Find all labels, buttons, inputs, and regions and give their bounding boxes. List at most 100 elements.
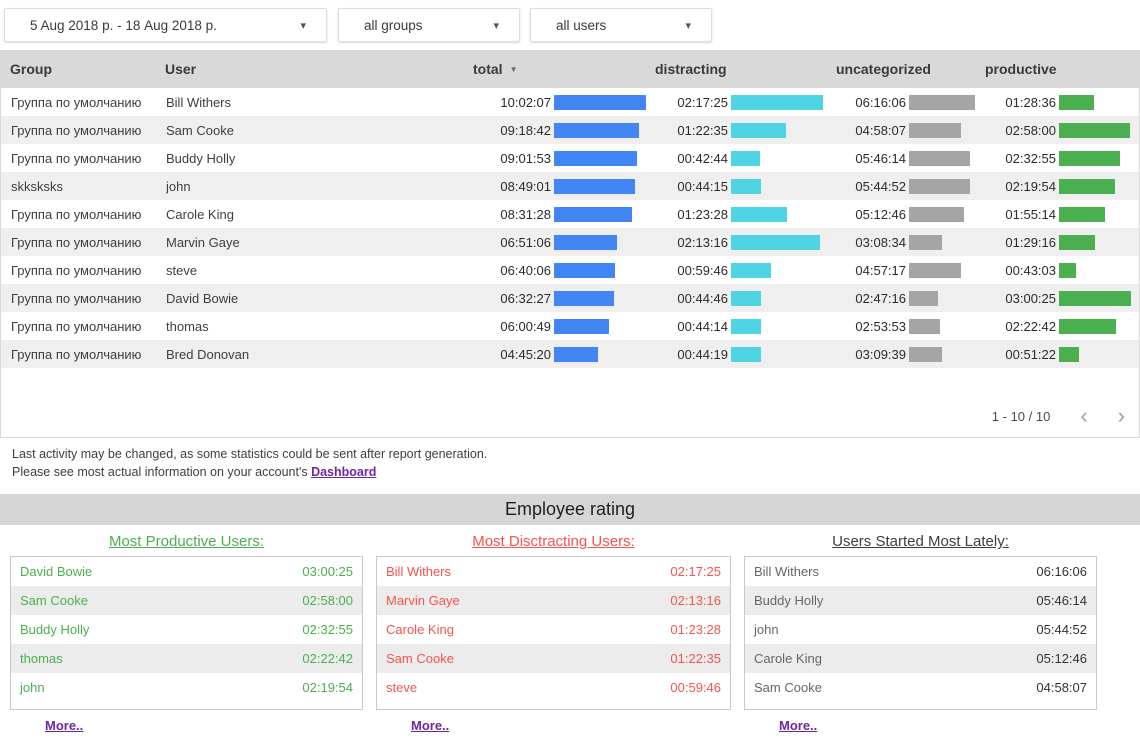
productive-time-value: 02:19:54 (976, 179, 1056, 194)
table-row: Группа по умолчаниюSam Cooke09:18:4201:2… (1, 116, 1139, 144)
report-notes: Last activity may be changed, as some st… (12, 445, 1140, 481)
productive-cell: 01:29:16 (976, 235, 1140, 250)
productive-time-value: 00:43:03 (976, 263, 1056, 278)
list-item-time: 01:23:28 (670, 622, 721, 637)
list-item-user: john (754, 622, 779, 637)
groups-dropdown[interactable]: all groups ▾ (338, 8, 520, 42)
distracting-bar (731, 291, 761, 306)
total-cell: 06:40:06 (471, 263, 651, 278)
total-cell: 08:31:28 (471, 207, 651, 222)
more-link[interactable]: More.. (779, 718, 817, 733)
uncategorized-cell: 04:57:17 (836, 263, 976, 278)
list-item-user: Carole King (386, 622, 454, 637)
uncategorized-cell: 05:44:52 (836, 179, 976, 194)
column-header-productive[interactable]: productive (975, 61, 1140, 77)
dashboard-link[interactable]: Dashboard (311, 465, 376, 479)
table-row: Группа по умолчаниюthomas06:00:4900:44:1… (1, 312, 1139, 340)
total-cell: 06:51:06 (471, 235, 651, 250)
list-item-time: 05:12:46 (1036, 651, 1087, 666)
productive-bar (1059, 319, 1116, 334)
note-line-2: Please see most actual information on yo… (12, 463, 1140, 481)
distracting-time-value: 00:44:46 (651, 291, 728, 306)
list-item-time: 02:19:54 (302, 680, 353, 695)
productive-cell: 01:55:14 (976, 207, 1140, 222)
list-item: Sam Cooke01:22:35 (377, 644, 730, 673)
user-cell: steve (166, 263, 471, 278)
productive-cell: 02:58:00 (976, 123, 1140, 138)
productive-time-value: 01:28:36 (976, 95, 1056, 110)
user-cell: Bred Donovan (166, 347, 471, 362)
productive-time-value: 02:58:00 (976, 123, 1056, 138)
productive-bar (1059, 235, 1095, 250)
table-header: Group User total▼ distracting uncategori… (0, 50, 1140, 88)
user-cell: Carole King (166, 207, 471, 222)
uncategorized-cell: 02:53:53 (836, 319, 976, 334)
panel-title: Most Productive Users: (10, 533, 363, 550)
uncategorized-time-value: 03:08:34 (836, 235, 906, 250)
user-cell: Marvin Gaye (166, 235, 471, 250)
pagination: 1 - 10 / 10 ‹ › (992, 405, 1125, 427)
productive-time-value: 02:32:55 (976, 151, 1056, 166)
total-time-value: 06:00:49 (471, 319, 551, 334)
pagination-range-label: 1 - 10 / 10 (992, 409, 1051, 424)
chevron-down-icon: ▾ (300, 19, 306, 32)
uncategorized-time-value: 05:12:46 (836, 207, 906, 222)
productive-bar (1059, 347, 1079, 362)
pagination-next-button[interactable]: › (1118, 405, 1125, 427)
total-cell: 06:32:27 (471, 291, 651, 306)
group-cell: Группа по умолчанию (1, 95, 166, 110)
list-item-time: 00:59:46 (670, 680, 721, 695)
uncategorized-time-value: 05:44:52 (836, 179, 906, 194)
panel-list: Bill Withers02:17:25Marvin Gaye02:13:16C… (376, 556, 731, 710)
filters-bar: 5 Aug 2018 р. - 18 Aug 2018 р. ▾ all gro… (0, 0, 1140, 50)
list-item: thomas02:22:42 (11, 644, 362, 673)
productive-cell: 00:43:03 (976, 263, 1140, 278)
uncategorized-cell: 04:58:07 (836, 123, 976, 138)
distracting-cell: 02:13:16 (651, 235, 836, 250)
total-time-value: 09:18:42 (471, 123, 551, 138)
column-header-total[interactable]: total▼ (470, 61, 650, 77)
uncategorized-bar (909, 291, 938, 306)
chevron-down-icon: ▾ (685, 19, 691, 32)
employee-rating-title: Employee rating (0, 494, 1140, 525)
panel-title: Users Started Most Lately: (744, 533, 1097, 550)
users-dropdown[interactable]: all users ▾ (530, 8, 712, 42)
list-item-user: Bill Withers (754, 564, 819, 579)
user-cell: David Bowie (166, 291, 471, 306)
groups-value: all groups (364, 18, 423, 33)
distracting-time-value: 01:22:35 (651, 123, 728, 138)
more-link[interactable]: More.. (411, 718, 449, 733)
distracting-time-value: 00:44:15 (651, 179, 728, 194)
uncategorized-time-value: 02:53:53 (836, 319, 906, 334)
table-body: Группа по умолчаниюBill Withers10:02:070… (1, 88, 1139, 368)
uncategorized-bar (909, 95, 975, 110)
distracting-bar (731, 95, 823, 110)
total-bar (554, 235, 617, 250)
group-cell: Группа по умолчанию (1, 347, 166, 362)
list-item-user: thomas (20, 651, 63, 666)
distracting-time-value: 01:23:28 (651, 207, 728, 222)
column-header-group[interactable]: Group (0, 61, 165, 77)
user-cell: john (166, 179, 471, 194)
user-cell: Buddy Holly (166, 151, 471, 166)
list-item: Buddy Holly02:32:55 (11, 615, 362, 644)
distracting-time-value: 00:42:44 (651, 151, 728, 166)
list-item-user: David Bowie (20, 564, 92, 579)
column-header-distracting[interactable]: distracting (650, 61, 835, 77)
total-time-value: 10:02:07 (471, 95, 551, 110)
list-item-time: 05:46:14 (1036, 593, 1087, 608)
user-cell: Sam Cooke (166, 123, 471, 138)
table-row: Группа по умолчаниюBred Donovan04:45:200… (1, 340, 1139, 368)
pagination-prev-button[interactable]: ‹ (1080, 405, 1087, 427)
distracting-cell: 00:44:46 (651, 291, 836, 306)
list-item-user: Buddy Holly (754, 593, 823, 608)
uncategorized-cell: 02:47:16 (836, 291, 976, 306)
uncategorized-time-value: 05:46:14 (836, 151, 906, 166)
list-item: Sam Cooke04:58:07 (745, 673, 1096, 702)
more-link[interactable]: More.. (45, 718, 83, 733)
column-header-uncategorized[interactable]: uncategorized (835, 61, 975, 77)
list-item: Marvin Gaye02:13:16 (377, 586, 730, 615)
date-range-dropdown[interactable]: 5 Aug 2018 р. - 18 Aug 2018 р. ▾ (4, 8, 327, 42)
panel-list: Bill Withers06:16:06Buddy Holly05:46:14j… (744, 556, 1097, 710)
column-header-user[interactable]: User (165, 61, 470, 77)
